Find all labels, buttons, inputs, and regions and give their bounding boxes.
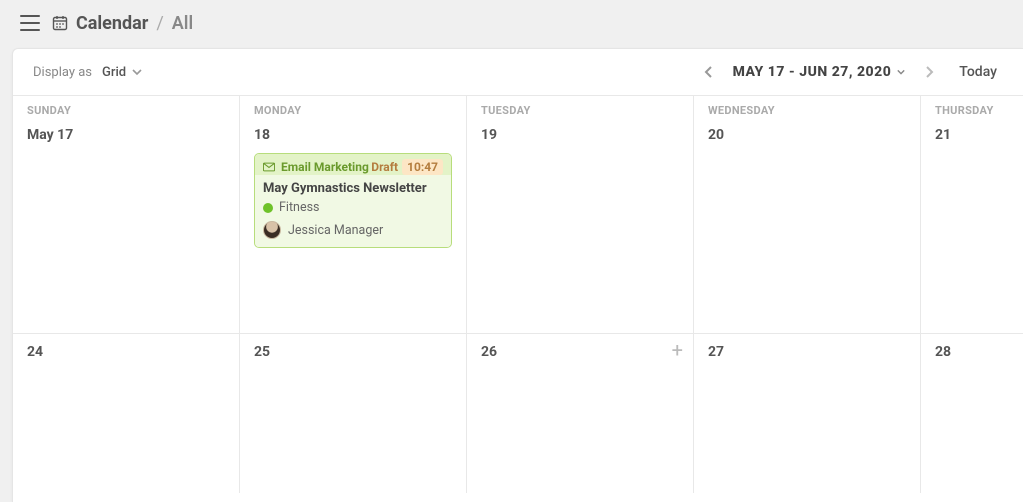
- display-select[interactable]: Grid: [102, 65, 142, 80]
- day-cell[interactable]: 18 Email Marketing Draft 10:47 May Gy: [240, 123, 466, 333]
- display-value: Grid: [102, 65, 126, 80]
- day-number: 21: [935, 127, 1009, 143]
- col-monday: MONDAY 18 Email Marketing Draft 10:47: [240, 96, 467, 493]
- today-button[interactable]: Today: [953, 60, 1003, 84]
- date-nav: MAY 17 - JUN 27, 2020 Today: [699, 60, 1003, 84]
- day-cell[interactable]: 21: [921, 123, 1023, 333]
- event-person: Jessica Manager: [263, 221, 443, 239]
- hamburger-icon[interactable]: [20, 15, 40, 31]
- day-cell[interactable]: 19: [467, 123, 693, 333]
- event-person-name: Jessica Manager: [288, 223, 383, 238]
- day-cell[interactable]: 26 +: [467, 333, 693, 493]
- date-range-label: MAY 17 - JUN 27, 2020: [733, 64, 892, 80]
- day-header: SUNDAY: [13, 96, 239, 123]
- calendar-grid: SUNDAY May 17 24 MONDAY 18 Email Marketi…: [13, 95, 1023, 493]
- event-type: Email Marketing: [263, 160, 369, 174]
- chevron-down-icon: [897, 68, 905, 76]
- event-status: Draft 10:47: [371, 159, 443, 175]
- day-number: 25: [254, 338, 452, 360]
- avatar: [263, 221, 281, 239]
- event-card[interactable]: Email Marketing Draft 10:47 May Gymnasti…: [254, 153, 452, 248]
- next-button[interactable]: [919, 62, 939, 82]
- chevron-down-icon: [132, 67, 142, 77]
- day-number: 28: [935, 338, 1009, 360]
- chevron-left-icon: [704, 65, 714, 79]
- event-tag: Fitness: [263, 200, 443, 215]
- day-cell[interactable]: May 17: [13, 123, 239, 333]
- day-cell[interactable]: 28: [921, 333, 1023, 493]
- calendar-icon: [52, 15, 68, 31]
- breadcrumb: Calendar / All: [52, 13, 193, 34]
- day-cell[interactable]: 25: [240, 333, 466, 493]
- top-bar: Calendar / All: [0, 0, 1023, 46]
- day-number: 18: [254, 127, 452, 143]
- event-body: May Gymnastics Newsletter Fitness Jessic…: [255, 175, 451, 247]
- display-as-label: Display as: [33, 65, 92, 80]
- day-number: 19: [481, 127, 679, 143]
- event-tag-label: Fitness: [279, 200, 319, 215]
- event-header: Email Marketing Draft 10:47: [255, 154, 451, 175]
- date-range-picker[interactable]: MAY 17 - JUN 27, 2020: [733, 64, 906, 80]
- tag-dot-icon: [263, 203, 273, 213]
- day-cell[interactable]: 20: [694, 123, 920, 333]
- col-thursday: THURSDAY 21 28: [921, 96, 1023, 493]
- display-as: Display as Grid: [33, 65, 142, 80]
- day-number: 20: [708, 127, 906, 143]
- day-header: MONDAY: [240, 96, 466, 123]
- day-number: 27: [708, 338, 906, 360]
- col-sunday: SUNDAY May 17 24: [13, 96, 240, 493]
- day-cell[interactable]: 24: [13, 333, 239, 493]
- prev-button[interactable]: [699, 62, 719, 82]
- day-number: 24: [27, 338, 225, 360]
- add-event-button[interactable]: +: [672, 340, 683, 360]
- envelope-icon: [263, 162, 275, 172]
- event-title: May Gymnastics Newsletter: [263, 181, 443, 196]
- event-status-label: Draft: [371, 160, 398, 174]
- col-tuesday: TUESDAY 19 26 +: [467, 96, 694, 493]
- breadcrumb-title[interactable]: Calendar: [76, 13, 148, 34]
- day-number: May 17: [27, 127, 225, 143]
- toolbar: Display as Grid MAY 17 - JUN 27, 2020 To…: [13, 49, 1023, 95]
- chevron-right-icon: [924, 65, 934, 79]
- day-number: 26: [481, 338, 679, 360]
- breadcrumb-sub[interactable]: All: [172, 13, 193, 34]
- event-time: 10:47: [402, 159, 443, 175]
- day-cell[interactable]: 27: [694, 333, 920, 493]
- event-type-label: Email Marketing: [281, 160, 369, 174]
- col-wednesday: WEDNESDAY 20 27: [694, 96, 921, 493]
- day-header: TUESDAY: [467, 96, 693, 123]
- day-header: THURSDAY: [921, 96, 1023, 123]
- day-header: WEDNESDAY: [694, 96, 920, 123]
- breadcrumb-separator: /: [156, 13, 163, 34]
- calendar-panel: Display as Grid MAY 17 - JUN 27, 2020 To…: [12, 48, 1023, 502]
